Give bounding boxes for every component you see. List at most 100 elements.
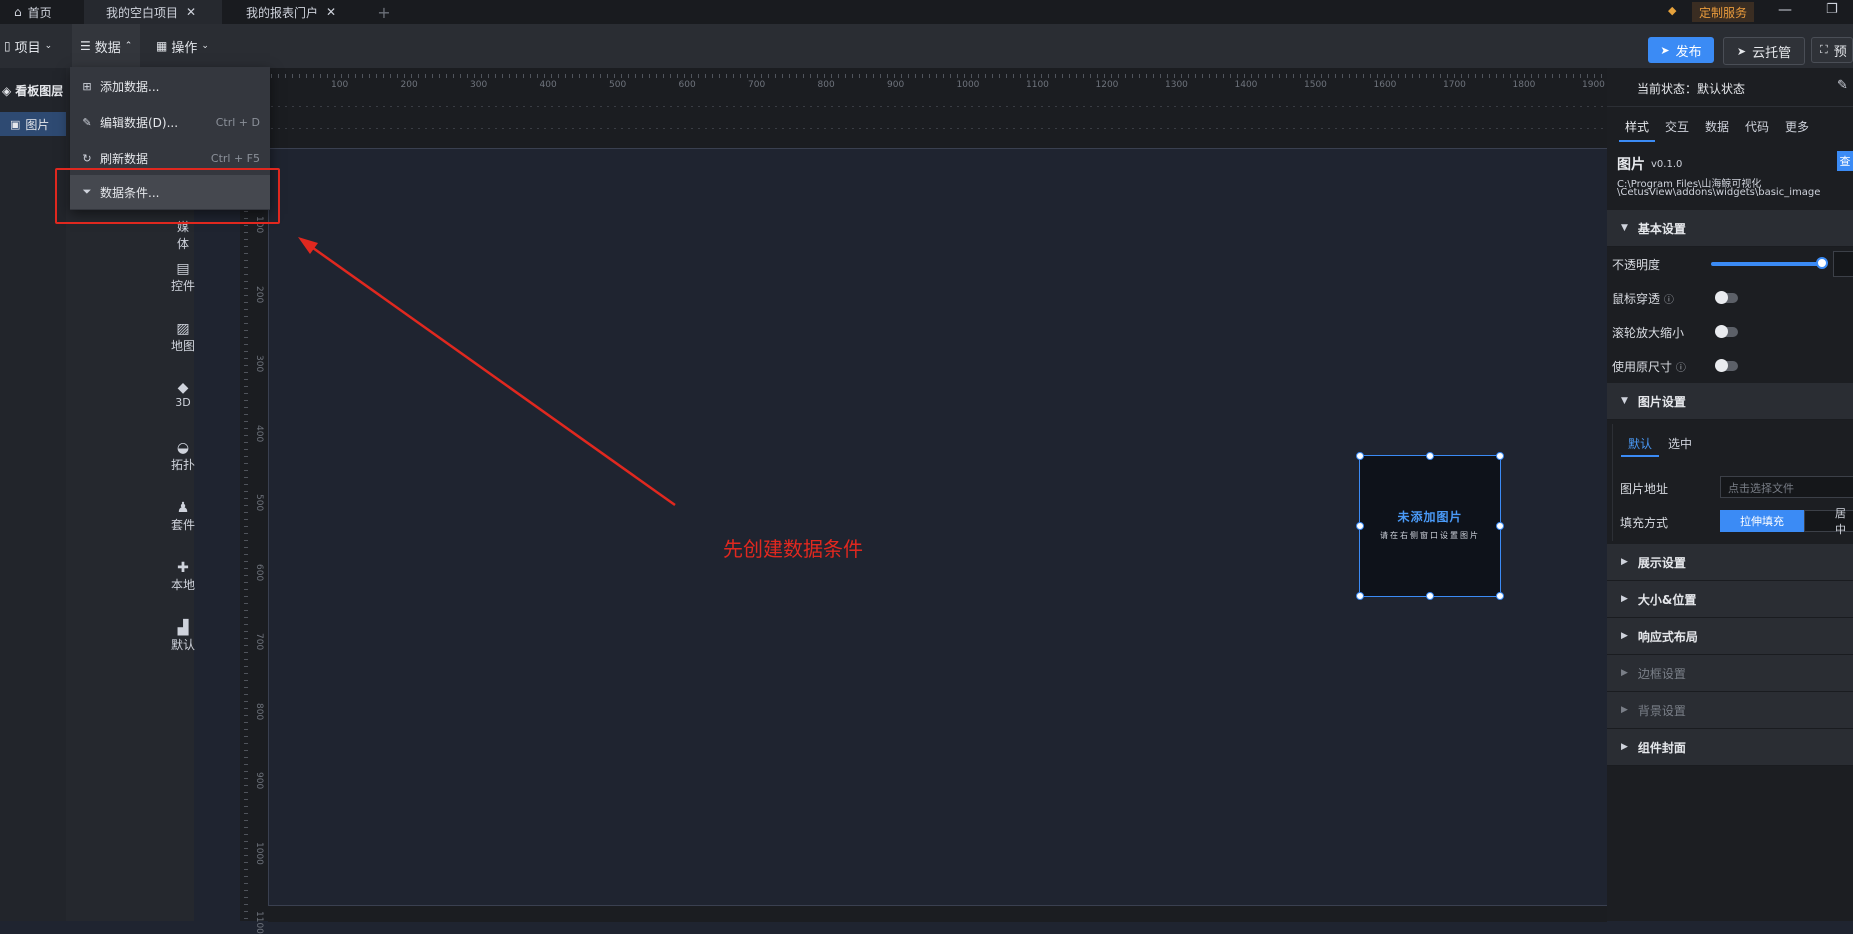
ruler-bottom (268, 905, 1607, 922)
caret-right-icon: ▶ (1621, 557, 1628, 567)
chevron-down-icon: ⌄ (44, 41, 53, 51)
tab-report-portal[interactable]: 我的报表门户 ✕ (224, 0, 362, 24)
restore-icon[interactable]: ❐ (1826, 2, 1838, 17)
opacity-slider[interactable] (1711, 262, 1823, 266)
ruler-tick-label: 700 (254, 633, 264, 651)
section-label: 图片设置 (1637, 394, 1686, 409)
mouse-through-toggle[interactable] (1715, 291, 1738, 304)
image-widget[interactable]: 未添加图片 请在右侧窗口设置图片 (1359, 455, 1501, 597)
ruler-tick-label: 1600 (1373, 80, 1397, 90)
opacity-input[interactable] (1833, 251, 1853, 277)
tab-code[interactable]: 代码 (1745, 118, 1769, 135)
toolbar: ▯ 项目 ⌄ ☰ 数据 ⌃ ▦ 操作 ⌄ ➤ 发布 ➤ 云托管 ⛶ 预 (0, 24, 1853, 69)
ruler-ticks (194, 74, 1607, 78)
edit-icon[interactable]: ✎ (1837, 78, 1848, 93)
menu-label: 数据 (94, 40, 121, 56)
layer-panel-title: ◈ 看板图层 (2, 82, 63, 99)
fill-center-button[interactable]: 居中 (1804, 507, 1853, 536)
add-tab-button[interactable]: + (372, 0, 396, 24)
component-suite[interactable]: ♟ 套件 (166, 500, 200, 533)
tab-indicator (1621, 455, 1659, 457)
menu-item-edit-data[interactable]: ✎ 编辑数据(D)... Ctrl + D (70, 105, 270, 139)
layer-title-label: 看板图层 (15, 84, 64, 98)
preview-button[interactable]: ⛶ 预 (1811, 37, 1853, 63)
publish-button[interactable]: ➤ 发布 (1648, 37, 1714, 63)
menu-data[interactable]: ☰ 数据 ⌃ (72, 24, 141, 68)
section-label: 响应式布局 (1637, 629, 1698, 644)
widget-title: 未添加图片 (1397, 510, 1463, 524)
bar-chart-icon: ▟ (177, 620, 189, 636)
resize-handle[interactable] (1426, 452, 1434, 460)
custom-service-button[interactable]: 定制服务 (1692, 2, 1754, 22)
component-label: 拓扑 (170, 458, 195, 472)
view-button[interactable]: 查 (1837, 151, 1853, 171)
close-icon[interactable]: ✕ (186, 5, 196, 19)
component-3d[interactable]: ◆ 3D (166, 380, 200, 409)
cloud-hosting-button[interactable]: ➤ 云托管 (1723, 37, 1805, 65)
caret-down-icon: ▼ (1621, 223, 1628, 233)
annotation-text: 先创建数据条件 (723, 537, 863, 561)
section-basic[interactable]: ▼ 基本设置 (1607, 210, 1853, 247)
wheel-zoom-toggle[interactable] (1715, 325, 1738, 338)
tab-interaction[interactable]: 交互 (1665, 118, 1689, 135)
layer-item-image[interactable]: ▣ 图片 (0, 112, 66, 136)
img-tab-selected[interactable]: 选中 (1668, 435, 1692, 452)
tab-data[interactable]: 数据 (1705, 118, 1729, 135)
section-size-position[interactable]: ▶ 大小&位置 (1607, 581, 1853, 618)
ruler-tick-label: 1800 (1512, 80, 1536, 90)
refresh-icon: ↻ (82, 151, 92, 165)
opacity-label: 不透明度 (1612, 258, 1661, 272)
resize-handle[interactable] (1356, 522, 1364, 530)
section-background[interactable]: ▶ 背景设置 (1607, 692, 1853, 729)
original-size-toggle[interactable] (1715, 359, 1738, 372)
widget-subtitle: 请在右侧窗口设置图片 (1380, 531, 1480, 540)
menu-project[interactable]: ▯ 项目 ⌄ (4, 24, 52, 68)
resize-handle[interactable] (1496, 592, 1504, 600)
section-cover[interactable]: ▶ 组件封面 (1607, 729, 1853, 766)
ruler-tick-label: 300 (470, 80, 488, 90)
tab-more[interactable]: 更多 (1785, 118, 1809, 135)
menu-item-label: 添加数据... (100, 79, 160, 94)
tab-style[interactable]: 样式 (1625, 118, 1649, 135)
component-map[interactable]: ▨ 地图 (166, 321, 200, 354)
resize-handle[interactable] (1496, 522, 1504, 530)
section-responsive[interactable]: ▶ 响应式布局 (1607, 618, 1853, 655)
resize-handle[interactable] (1496, 452, 1504, 460)
slider-thumb[interactable] (1816, 257, 1828, 269)
component-local[interactable]: ✚ 本地 (166, 560, 200, 593)
section-border[interactable]: ▶ 边框设置 (1607, 655, 1853, 692)
resize-handle[interactable] (1356, 592, 1364, 600)
image-address-input[interactable]: 点击选择文件 (1720, 476, 1853, 498)
ruler-tick-label: 1200 (1095, 80, 1119, 90)
component-label: 地图 (170, 339, 195, 353)
ruler-tick-label: 500 (254, 494, 264, 512)
ruler-dots (194, 106, 1607, 107)
component-topology[interactable]: ◒ 拓扑 (166, 440, 200, 473)
fill-stretch-button[interactable]: 拉伸填充 (1720, 510, 1804, 532)
shirt-icon: ♟ (176, 500, 190, 516)
menu-operate[interactable]: ▦ 操作 ⌄ (156, 24, 209, 68)
section-display[interactable]: ▶ 展示设置 (1607, 544, 1853, 581)
tab-home[interactable]: ⌂ 首页 (0, 0, 82, 24)
menu-shortcut: Ctrl + D (215, 115, 260, 129)
component-label: 3D (175, 396, 191, 409)
component-default[interactable]: ▟ 默认 (166, 620, 200, 653)
resize-handle[interactable] (1356, 452, 1364, 460)
send-icon: ➤ (1660, 43, 1670, 57)
section-image[interactable]: ▼ 图片设置 (1607, 383, 1853, 420)
help-icon[interactable]: ⓘ (1664, 295, 1674, 306)
help-icon[interactable]: ⓘ (1676, 363, 1686, 374)
ruler-tick-label: 200 (254, 285, 264, 303)
menu-label: 项目 (14, 40, 41, 56)
resize-handle[interactable] (1426, 592, 1434, 600)
tab-blank-project[interactable]: 我的空白项目 ✕ (84, 0, 222, 24)
canvas[interactable]: 未添加图片 请在右侧窗口设置图片 先创建数据条件 (268, 148, 1608, 906)
close-icon[interactable]: ✕ (326, 5, 336, 19)
title-bar: ⌂ 首页 我的空白项目 ✕ 我的报表门户 ✕ + ◆ 定制服务 — ❐ (0, 0, 1853, 24)
ruler-tick-label: 400 (539, 80, 557, 90)
minimize-icon[interactable]: — (1778, 2, 1792, 18)
component-control[interactable]: ▤ 控件 (166, 261, 200, 294)
menu-item-add-data[interactable]: ⊞ 添加数据... (70, 69, 270, 103)
img-tab-default[interactable]: 默认 (1628, 435, 1652, 452)
send-icon: ➤ (1736, 44, 1747, 58)
